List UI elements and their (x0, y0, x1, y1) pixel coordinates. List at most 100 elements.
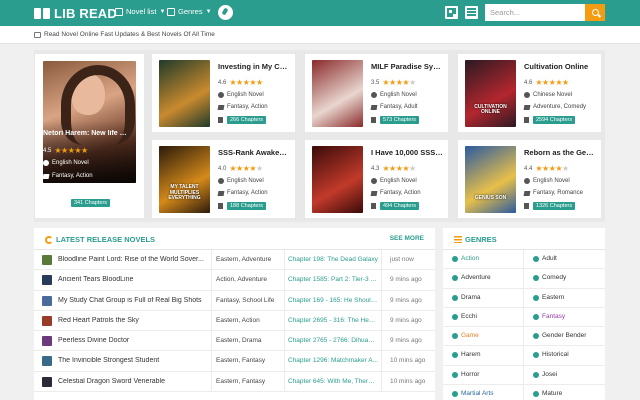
genre-link[interactable]: Adult (524, 250, 605, 270)
novel-thumbnail[interactable] (42, 255, 52, 265)
genre-link[interactable]: Drama (443, 288, 524, 308)
check-circle-icon (452, 256, 458, 262)
latest-heading: LATEST RELEASE NOVELS (56, 235, 156, 244)
list-icon[interactable] (465, 6, 478, 19)
top-header: LIB READ Novel list ▼ Genres ▼ (0, 0, 640, 26)
genre-link[interactable]: Horror (443, 365, 524, 386)
novel-card[interactable]: Investing in My Crippl... 4.6★★★★★ English… (152, 54, 295, 132)
book-icon (34, 7, 50, 20)
novel-cover: CULTIVATION ONLINE (465, 60, 516, 127)
table-row: Celestial Dragon Sword Venerable Eastern,… (34, 371, 435, 393)
genre-link[interactable]: Josei (524, 366, 605, 386)
genre-link[interactable]: Martial Arts (443, 385, 524, 400)
genre-link[interactable]: Ecchi (443, 307, 524, 328)
genre-link[interactable]: Action (443, 250, 524, 270)
book-icon (218, 117, 223, 123)
novel-genres: Eastern, Action (211, 310, 285, 331)
update-time: 10 mins ago (381, 371, 435, 392)
table-row: Peerless Divine Doctor Eastern, Drama Chap… (34, 331, 435, 352)
update-time: 9 mins ago (381, 290, 435, 310)
update-time: 9 mins ago (381, 331, 435, 351)
novel-name-link[interactable]: The Invincible Strongest Student (58, 357, 208, 364)
novel-card[interactable]: MILF Paradise System 3.5 ★★★★★ English Nove… (305, 54, 448, 132)
novel-chapters (524, 117, 529, 123)
chapter-link[interactable]: Chapter 645: With Me, There ... (288, 378, 378, 385)
featured-novel[interactable]: Netori Harem: New life as... 4.5 ★★★★★ E… (35, 54, 144, 218)
qr-code-icon[interactable] (445, 6, 458, 19)
chapters-badge: 266 Chapters (227, 116, 267, 124)
tag-icon (370, 190, 378, 196)
novel-genres: Fantasy, Action (370, 190, 421, 196)
novel-name-link[interactable]: Celestial Dragon Sword Venerable (58, 378, 208, 385)
novel-thumbnail[interactable] (42, 356, 52, 367)
novel-thumbnail[interactable] (42, 275, 52, 286)
cover-text: CULTIVATION ONLINE (474, 103, 507, 115)
novel-name-link[interactable]: Red Heart Patrols the Sky (58, 317, 208, 324)
novel-chapters (371, 117, 376, 123)
genre-link[interactable]: Eastern (524, 289, 605, 308)
novel-cover (312, 60, 363, 127)
novel-name-link[interactable]: Ancient Tears BloodLine (58, 276, 208, 283)
nav-novel-list[interactable]: Novel list ▼ (115, 7, 165, 16)
refresh-icon (45, 235, 53, 244)
star-rating-icon: ★★★★★ (535, 78, 569, 87)
tagline-text: Read Novel Online Fast Updates & Best No… (44, 31, 215, 38)
tag-icon (42, 173, 50, 179)
chapter-link[interactable]: Chapter 198: The Dead Galaxy (288, 256, 378, 263)
novel-genres: Eastern, Fantasy (211, 371, 285, 392)
novel-rating: 4.0 ★★★★★ (218, 164, 263, 173)
update-time: 10 mins ago (381, 351, 435, 371)
see-more-link[interactable]: SEE MORE (390, 235, 424, 242)
chapters-badge: 1326 Chapters (533, 202, 576, 210)
site-logo[interactable]: LIB READ (34, 5, 117, 21)
globe-icon (371, 178, 377, 184)
novel-language: English Novel (524, 178, 570, 184)
genre-link[interactable]: Harem (443, 346, 524, 366)
novel-thumbnail[interactable] (42, 336, 52, 347)
tag-icon (523, 190, 531, 196)
genre-link[interactable]: Mature (524, 385, 605, 400)
novel-card[interactable]: CULTIVATION ONLINE Cultivation Online 4.6 ★… (458, 54, 601, 132)
table-row: The Invincible Strongest Student Eastern,… (34, 351, 435, 372)
table-row: Red Heart Patrols the Sky Eastern, Action… (34, 310, 435, 332)
chapter-link[interactable]: Chapter 2695 - 316: The Heav... (288, 317, 378, 324)
genre-link[interactable]: Adventure (443, 269, 524, 289)
novel-thumbnail[interactable] (42, 295, 52, 306)
genre-link[interactable]: Gender Bender (524, 327, 605, 347)
check-circle-icon (452, 294, 458, 301)
genre-link[interactable]: Game (443, 327, 524, 347)
novel-genres: Fantasy, Action (217, 190, 268, 196)
featured-language: English Novel (43, 160, 89, 166)
novel-title: SSS-Rank Awakening... (218, 148, 290, 157)
chapter-link[interactable]: Chapter 1585: Part 2: Tier-3 S... (288, 276, 378, 283)
update-time: 9 mins ago (381, 310, 435, 331)
novel-thumbnail[interactable] (42, 376, 52, 387)
novel-name-link[interactable]: My Study Chat Group is Full of Real Big … (58, 297, 208, 304)
genre-link[interactable]: Comedy (524, 269, 605, 289)
novel-chapters (218, 117, 223, 123)
genres-heading: GENRES (465, 235, 497, 244)
novel-genres: Fantasy, Adult (370, 104, 418, 110)
genre-link[interactable]: Fantasy (524, 308, 605, 328)
chapter-link[interactable]: Chapter 169 - 165: He Should ... (288, 297, 378, 304)
check-circle-icon (452, 275, 458, 282)
check-circle-icon (452, 352, 458, 359)
chapter-link[interactable]: Chapter 1296: Matchmaker A... (288, 357, 378, 364)
compass-icon[interactable] (218, 5, 233, 20)
search-input[interactable] (485, 4, 585, 21)
hot-novels-panel: Netori Harem: New life as... 4.5 ★★★★★ E… (34, 50, 605, 222)
novel-thumbnail[interactable] (42, 315, 52, 326)
novel-name-link[interactable]: Peerless Divine Doctor (58, 337, 208, 344)
check-circle-icon (452, 391, 458, 398)
novel-language: English Novel (371, 92, 417, 98)
nav-genres[interactable]: Genres ▼ (167, 7, 212, 16)
chapter-link[interactable]: Chapter 2765 - 2766: Dihuang ... (288, 337, 378, 344)
search-button[interactable] (585, 4, 605, 21)
novel-card[interactable]: I Have 10,000 SSS Ra... 4.3★★★★★ English N… (305, 140, 448, 218)
genre-link[interactable]: Historical (524, 346, 605, 366)
globe-icon (524, 92, 530, 98)
novel-card[interactable]: MY TALENT MULTIPLIES EVERYTHING SSS-Rank … (152, 140, 295, 218)
novel-cover: GENIUS SON (465, 146, 516, 213)
novel-name-link[interactable]: Bloodline Paint Lord: Rise of the World … (58, 256, 208, 263)
novel-card[interactable]: GENIUS SON Reborn as the Genius ... 4.4★★★… (458, 140, 601, 218)
